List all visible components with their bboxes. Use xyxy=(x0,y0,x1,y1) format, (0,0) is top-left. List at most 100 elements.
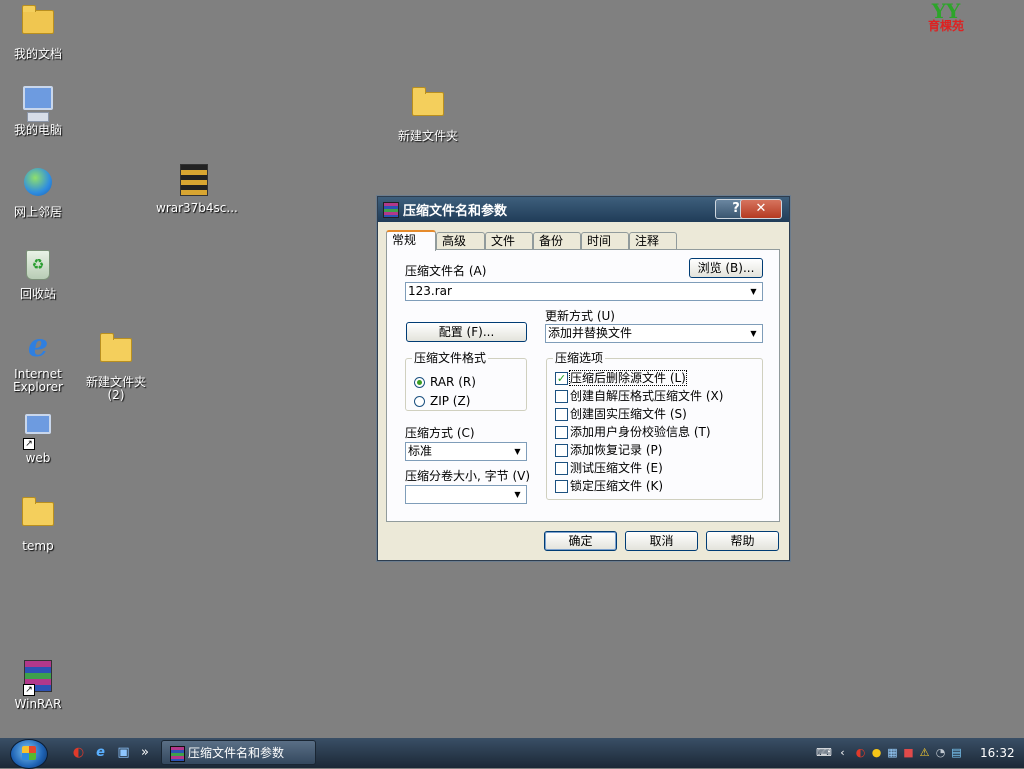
dialog-titlebar[interactable]: 压缩文件名和参数 ? ✕ xyxy=(378,197,789,222)
security-tray-icon[interactable]: ■ xyxy=(902,746,915,759)
brand-logo: YY 育棵苑 xyxy=(914,0,978,33)
tray-expand-icon[interactable]: ‹ xyxy=(836,746,849,759)
sfx-label[interactable]: 创建自解压格式压缩文件 (X) xyxy=(570,389,723,403)
zip-radio[interactable] xyxy=(414,396,425,407)
tab-general[interactable]: 常规 xyxy=(386,230,436,251)
winrar-icon: ↗ xyxy=(21,660,55,696)
dialog-title: 压缩文件名和参数 xyxy=(403,204,508,219)
folder-icon xyxy=(100,333,132,362)
desktop-icon-new-folder-2[interactable]: 新建文件夹 (2) xyxy=(78,330,154,402)
tab-advanced[interactable]: 高级 xyxy=(436,232,485,249)
keyboard-icon[interactable]: ⌨ xyxy=(816,746,832,759)
test-archive-checkbox[interactable] xyxy=(555,462,568,475)
chevron-down-icon[interactable]: ▼ xyxy=(510,487,525,502)
folder-icon xyxy=(22,497,54,526)
desktop-icon-label: 新建文件夹 (2) xyxy=(85,375,146,402)
media-tray-icon[interactable]: ◐ xyxy=(854,746,867,759)
update-mode-value: 添加并替换文件 xyxy=(548,326,633,340)
network-globe-icon xyxy=(24,168,52,196)
update-mode-label: 更新方式 (U) xyxy=(545,309,615,323)
desktop-icon-label: web xyxy=(25,451,51,465)
desktop-icon-label: temp xyxy=(22,539,54,553)
delete-after-label[interactable]: 压缩后删除源文件 (L) xyxy=(569,370,687,386)
ok-button[interactable]: 确定 xyxy=(544,531,617,551)
archive-name-dialog: 压缩文件名和参数 ? ✕ 常规 高级 文件 备份 时间 注释 压缩文件名 (A)… xyxy=(377,196,790,561)
desktop-icon-my-computer[interactable]: 我的电脑 xyxy=(0,84,76,137)
authenticity-checkbox[interactable] xyxy=(555,426,568,439)
chevron-down-icon[interactable]: ▼ xyxy=(746,284,761,299)
lock-archive-checkbox[interactable] xyxy=(555,480,568,493)
solid-label[interactable]: 创建固实压缩文件 (S) xyxy=(570,407,687,421)
qq-penguin-icon[interactable]: ● xyxy=(870,746,883,759)
internet-explorer-quicklaunch-icon[interactable]: e xyxy=(92,744,109,761)
tab-time[interactable]: 时间 xyxy=(581,232,629,249)
desktop-icon-label: 新建文件夹 xyxy=(397,129,458,143)
delete-after-checkbox[interactable]: ✓ xyxy=(555,372,568,385)
volume-size-label: 压缩分卷大小, 字节 (V) xyxy=(405,469,531,483)
compression-method-label: 压缩方式 (C) xyxy=(405,426,475,440)
compression-method-select[interactable]: 标准 ▼ xyxy=(405,442,527,461)
rar-radio[interactable] xyxy=(414,377,425,388)
compression-method-value: 标准 xyxy=(408,444,433,458)
lock-archive-label[interactable]: 锁定压缩文件 (K) xyxy=(570,479,663,493)
recycle-bin-icon: ♻ xyxy=(26,250,50,280)
tab-backup[interactable]: 备份 xyxy=(533,232,581,249)
archive-name-input[interactable]: 123.rar ▼ xyxy=(405,282,763,301)
profiles-button[interactable]: 配置 (F)... xyxy=(406,322,527,342)
taskbar: ◐ e ▣ » 压缩文件名和参数 ⌨ ‹ ◐ ● ▦ ■ ⚠ ◔ ▤ 16:32 xyxy=(0,738,1024,769)
quicklaunch-more-icon[interactable]: » xyxy=(139,744,151,761)
logo-mark: YY xyxy=(931,0,961,23)
authenticity-label[interactable]: 添加用户身份校验信息 (T) xyxy=(570,425,711,439)
archiving-options-legend: 压缩选项 xyxy=(553,351,606,365)
desktop-icon-label: 我的电脑 xyxy=(13,123,62,137)
desktop-icon-label: 回收站 xyxy=(19,287,56,301)
desktop-icon-wrar-installer[interactable]: wrar37b4sc... xyxy=(156,164,238,215)
rar-radio-label[interactable]: RAR (R) xyxy=(430,375,476,389)
connection-icon[interactable]: ▤ xyxy=(950,746,963,759)
cancel-button[interactable]: 取消 xyxy=(625,531,698,551)
desktop-icon-new-folder[interactable]: 新建文件夹 xyxy=(390,84,466,143)
volume-size-input[interactable]: ▼ xyxy=(405,485,527,504)
archive-format-group: 压缩文件格式 RAR (R) ZIP (Z) xyxy=(405,351,527,411)
web-shortcut-icon: ↗ xyxy=(21,414,55,450)
desktop-icon-internet-explorer[interactable]: e Internet Explorer xyxy=(0,329,76,394)
recovery-record-label[interactable]: 添加恢复记录 (P) xyxy=(570,443,662,457)
winrar-archive-icon xyxy=(180,164,208,196)
warning-icon[interactable]: ⚠ xyxy=(918,746,931,759)
desktop-icon-web[interactable]: ↗ web xyxy=(0,412,76,465)
media-player-icon[interactable]: ◐ xyxy=(70,744,87,761)
update-mode-select[interactable]: 添加并替换文件 ▼ xyxy=(545,324,763,343)
solid-checkbox[interactable] xyxy=(555,408,568,421)
chevron-down-icon[interactable]: ▼ xyxy=(746,326,761,341)
archive-name-value: 123.rar xyxy=(408,284,452,298)
windows-logo-icon xyxy=(22,746,36,760)
help-button[interactable]: 帮助 xyxy=(706,531,779,551)
desktop-icon-label: 网上邻居 xyxy=(13,205,62,219)
desktop-icon-label: wrar37b4sc... xyxy=(156,201,238,215)
taskbar-button-archive-dialog[interactable]: 压缩文件名和参数 xyxy=(161,740,316,765)
network-tray-icon[interactable]: ▦ xyxy=(886,746,899,759)
logo-text: 育棵苑 xyxy=(927,19,964,33)
desktop-icon-label: 我的文档 xyxy=(13,47,62,61)
desktop-icon-my-documents[interactable]: 我的文档 xyxy=(0,2,76,61)
desktop-icon-winrar[interactable]: ↗ WinRAR xyxy=(0,660,76,711)
zip-radio-label[interactable]: ZIP (Z) xyxy=(430,394,470,408)
tab-files[interactable]: 文件 xyxy=(485,232,533,249)
recovery-record-checkbox[interactable] xyxy=(555,444,568,457)
chevron-down-icon[interactable]: ▼ xyxy=(510,444,525,459)
desktop-icon-network[interactable]: 网上邻居 xyxy=(0,166,76,219)
archiving-options-group: 压缩选项 ✓ 压缩后删除源文件 (L) 创建自解压格式压缩文件 (X) 创建固实… xyxy=(546,351,763,500)
archive-format-legend: 压缩文件格式 xyxy=(412,351,489,365)
show-desktop-icon[interactable]: ▣ xyxy=(115,744,132,761)
desktop-icon-label: Internet Explorer xyxy=(13,367,63,394)
desktop-icon-recycle-bin[interactable]: ♻ 回收站 xyxy=(0,248,76,301)
tab-comment[interactable]: 注释 xyxy=(629,232,677,249)
archive-name-label: 压缩文件名 (A) xyxy=(405,264,487,278)
start-button[interactable] xyxy=(10,739,48,769)
browse-button[interactable]: 浏览 (B)... xyxy=(689,258,763,278)
test-archive-label[interactable]: 测试压缩文件 (E) xyxy=(570,461,663,475)
desktop-icon-temp[interactable]: temp xyxy=(0,494,76,553)
close-button[interactable]: ✕ xyxy=(740,199,782,219)
sfx-checkbox[interactable] xyxy=(555,390,568,403)
volume-icon[interactable]: ◔ xyxy=(934,746,947,759)
